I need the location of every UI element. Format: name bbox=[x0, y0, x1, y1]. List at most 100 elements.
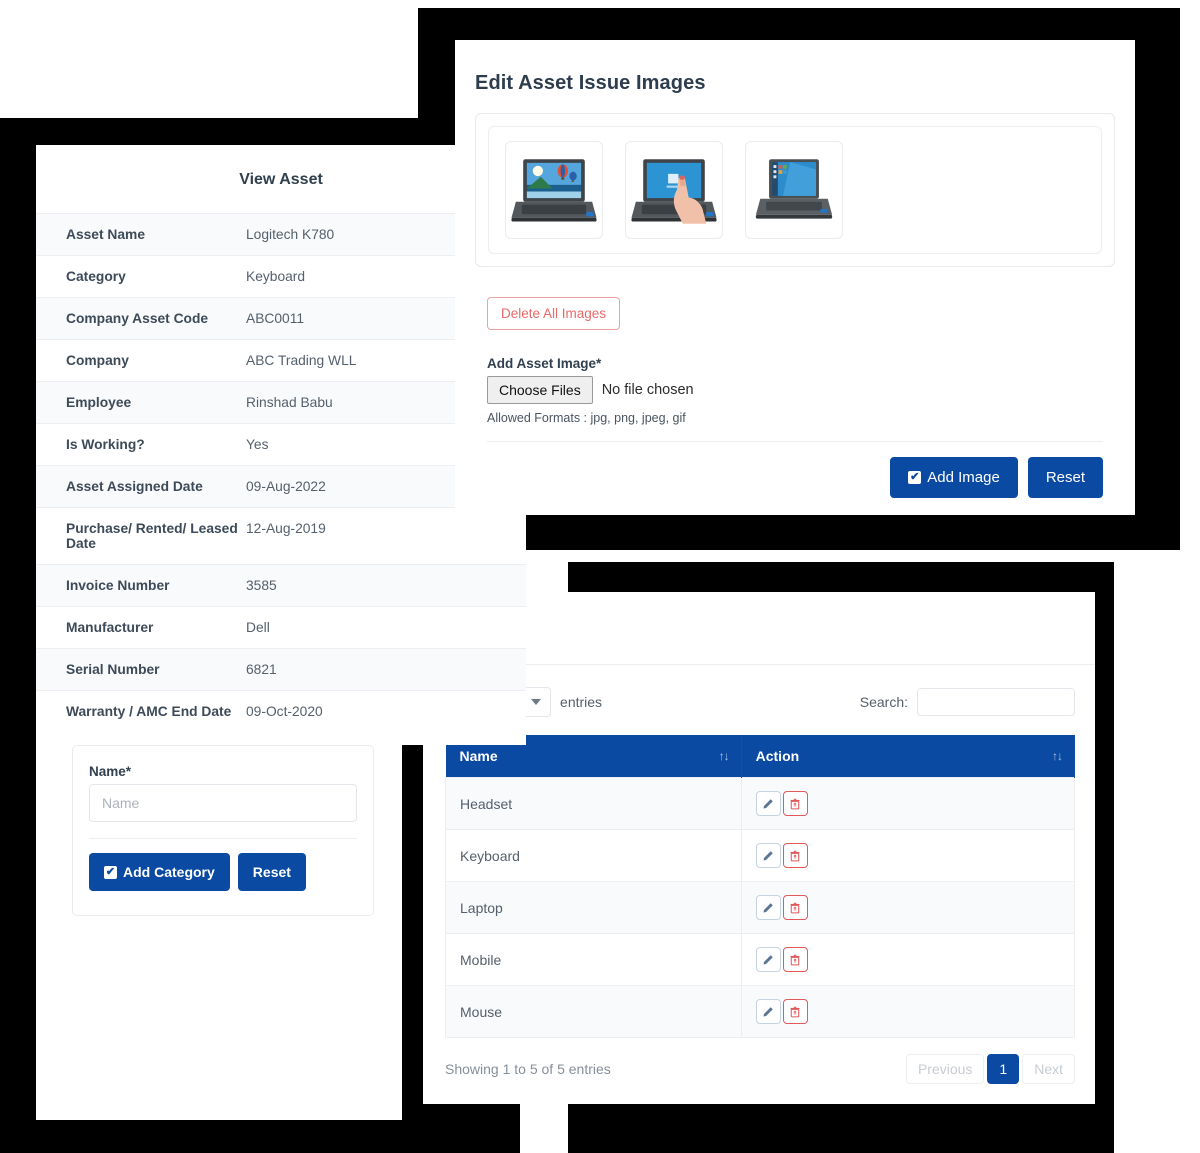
delete-icon[interactable] bbox=[782, 947, 808, 972]
asset-details-table: Asset Name Logitech K780 Category Keyboard C… bbox=[36, 213, 526, 732]
categories-table-head: Name ↑↓ Action ↑↓ bbox=[445, 735, 1076, 778]
thumbnails-strip bbox=[488, 126, 1102, 254]
add-asset-image-label: Add Asset Image* bbox=[487, 356, 602, 371]
asset-detail-value: 3585 bbox=[246, 578, 277, 593]
delete-all-images-label: Delete All Images bbox=[501, 306, 607, 321]
asset-detail-key: Purchase/ Rented/ Leased Date bbox=[66, 521, 238, 551]
asset-detail-key: Company bbox=[66, 353, 129, 368]
screenshot-stage: gories Show 10 entries Search: bbox=[0, 0, 1200, 1153]
asset-detail-row: Company Asset Code ABC0011 bbox=[36, 297, 526, 340]
thumbnails-outer-box bbox=[475, 113, 1115, 267]
add-category-button[interactable]: ✔ Add Category bbox=[89, 853, 230, 891]
allowed-formats-hint: Allowed Formats : jpg, png, jpeg, gif bbox=[487, 411, 686, 425]
table-row: Keyboard bbox=[445, 829, 1076, 882]
categories-table: Name ↑↓ Action ↑↓ Headset Keyboard Laptop M… bbox=[445, 735, 1076, 1038]
asset-detail-row: Employee Rinshad Babu bbox=[36, 381, 526, 424]
asset-detail-row: Invoice Number 3585 bbox=[36, 564, 526, 607]
asset-detail-row: Is Working? Yes bbox=[36, 423, 526, 466]
table-header-row: Name ↑↓ Action ↑↓ bbox=[445, 735, 1076, 778]
asset-detail-key: Employee bbox=[66, 395, 132, 410]
category-name-cell: Keyboard bbox=[445, 829, 742, 882]
category-name-cell: Mouse bbox=[445, 985, 742, 1038]
add-category-panel: Name* ✔ Add Category Reset bbox=[36, 745, 402, 1120]
edit-icon[interactable] bbox=[755, 791, 781, 816]
delete-icon[interactable] bbox=[782, 895, 808, 920]
pagination: Previous 1 Next bbox=[905, 1054, 1075, 1084]
edit-images-title: Edit Asset Issue Images bbox=[475, 72, 706, 94]
laptop-touch-hand-icon bbox=[631, 159, 717, 224]
asset-detail-value: 12-Aug-2019 bbox=[246, 521, 326, 536]
table-row: Mouse bbox=[445, 985, 1076, 1038]
chevron-down-icon bbox=[531, 699, 542, 705]
edit-icon[interactable] bbox=[755, 895, 781, 920]
asset-detail-key: Asset Name bbox=[66, 227, 145, 242]
asset-image-thumbnail[interactable] bbox=[625, 141, 723, 239]
add-category-button-label: Add Category bbox=[123, 864, 215, 880]
asset-detail-key: Invoice Number bbox=[66, 578, 170, 593]
check-icon: ✔ bbox=[908, 471, 922, 484]
pagination-previous[interactable]: Previous bbox=[905, 1054, 985, 1084]
table-row: Laptop bbox=[445, 881, 1076, 934]
asset-detail-row: Purchase/ Rented/ Leased Date 12-Aug-2019 bbox=[36, 507, 526, 565]
delete-icon[interactable] bbox=[782, 843, 808, 868]
laptop-windows-desktop-icon bbox=[755, 159, 833, 219]
delete-icon[interactable] bbox=[782, 999, 808, 1024]
laptop-balloons-wallpaper-icon bbox=[511, 159, 597, 222]
asset-image-thumbnail[interactable] bbox=[505, 141, 603, 239]
name-field-label: Name* bbox=[89, 764, 132, 779]
datatable-controls: Show 10 entries Search: bbox=[445, 687, 1075, 717]
asset-detail-value: Dell bbox=[246, 620, 270, 635]
category-action-cell bbox=[740, 933, 1076, 986]
asset-detail-row: Serial Number 6821 bbox=[36, 648, 526, 691]
asset-detail-value: 09-Oct-2020 bbox=[246, 704, 323, 719]
add-image-button-label: Add Image bbox=[927, 469, 1000, 486]
add-image-button[interactable]: ✔ Add Image bbox=[890, 457, 1018, 498]
edit-icon[interactable] bbox=[755, 947, 781, 972]
asset-detail-row: Category Keyboard bbox=[36, 255, 526, 298]
entries-label: entries bbox=[560, 694, 603, 710]
pagination-page-1[interactable]: 1 bbox=[987, 1054, 1020, 1084]
category-name-input[interactable] bbox=[89, 784, 357, 822]
delete-all-images-button[interactable]: Delete All Images bbox=[487, 297, 621, 330]
column-label-name: Name bbox=[459, 748, 498, 764]
check-icon: ✔ bbox=[104, 865, 117, 879]
reset-image-button[interactable]: Reset bbox=[1027, 457, 1103, 498]
add-category-card: Name* ✔ Add Category Reset bbox=[72, 745, 374, 916]
file-input-row[interactable]: Choose Files No file chosen bbox=[487, 376, 1103, 404]
category-action-cell bbox=[740, 829, 1076, 882]
view-asset-panel: View Asset Asset Name Logitech K780 Catego… bbox=[36, 145, 526, 745]
choose-files-button[interactable]: Choose Files bbox=[487, 376, 593, 404]
asset-detail-value: 6821 bbox=[246, 662, 277, 677]
category-action-cell bbox=[740, 881, 1076, 934]
pagination-next[interactable]: Next bbox=[1022, 1054, 1075, 1084]
search-control: Search: bbox=[860, 688, 1075, 716]
reset-image-button-label: Reset bbox=[1045, 469, 1085, 486]
asset-detail-key: Warranty / AMC End Date bbox=[66, 704, 232, 719]
edit-images-body: Delete All Images Add Asset Image* Choos… bbox=[455, 95, 1135, 498]
search-label: Search: bbox=[859, 694, 908, 710]
asset-detail-key: Category bbox=[66, 269, 126, 284]
no-file-chosen-text: No file chosen bbox=[601, 382, 694, 398]
asset-detail-row: Manufacturer Dell bbox=[36, 606, 526, 649]
delete-icon[interactable] bbox=[782, 791, 808, 816]
asset-details-body: Asset Name Logitech K780 Category Keyboard C… bbox=[36, 213, 526, 733]
images-form-area: Delete All Images Add Asset Image* Choos… bbox=[475, 267, 1115, 498]
asset-detail-row: Asset Assigned Date 09-Aug-2022 bbox=[36, 465, 526, 508]
asset-detail-key: Company Asset Code bbox=[66, 311, 209, 326]
asset-image-thumbnail[interactable] bbox=[745, 141, 843, 239]
datatable-footer: Showing 1 to 5 of 5 entries Previous 1 N… bbox=[445, 1038, 1075, 1084]
edit-asset-issue-images-panel: Edit Asset Issue Images Delete All Image… bbox=[455, 40, 1135, 515]
images-form-actions: ✔ Add Image Reset bbox=[487, 442, 1103, 498]
reset-category-button-label: Reset bbox=[252, 864, 291, 880]
edit-icon[interactable] bbox=[755, 843, 781, 868]
search-input[interactable] bbox=[917, 688, 1075, 716]
column-header-action[interactable]: Action ↑↓ bbox=[741, 735, 1076, 778]
add-asset-image-field: Add Asset Image* Choose Files No file ch… bbox=[487, 356, 1103, 425]
asset-detail-row: Asset Name Logitech K780 bbox=[36, 213, 526, 256]
asset-detail-row: Warranty / AMC End Date 09-Oct-2020 bbox=[36, 690, 526, 733]
category-name-cell: Headset bbox=[445, 777, 742, 830]
reset-category-button[interactable]: Reset bbox=[237, 853, 306, 891]
column-label-action: Action bbox=[755, 748, 800, 764]
asset-detail-key: Is Working? bbox=[66, 437, 145, 452]
edit-icon[interactable] bbox=[755, 999, 781, 1024]
